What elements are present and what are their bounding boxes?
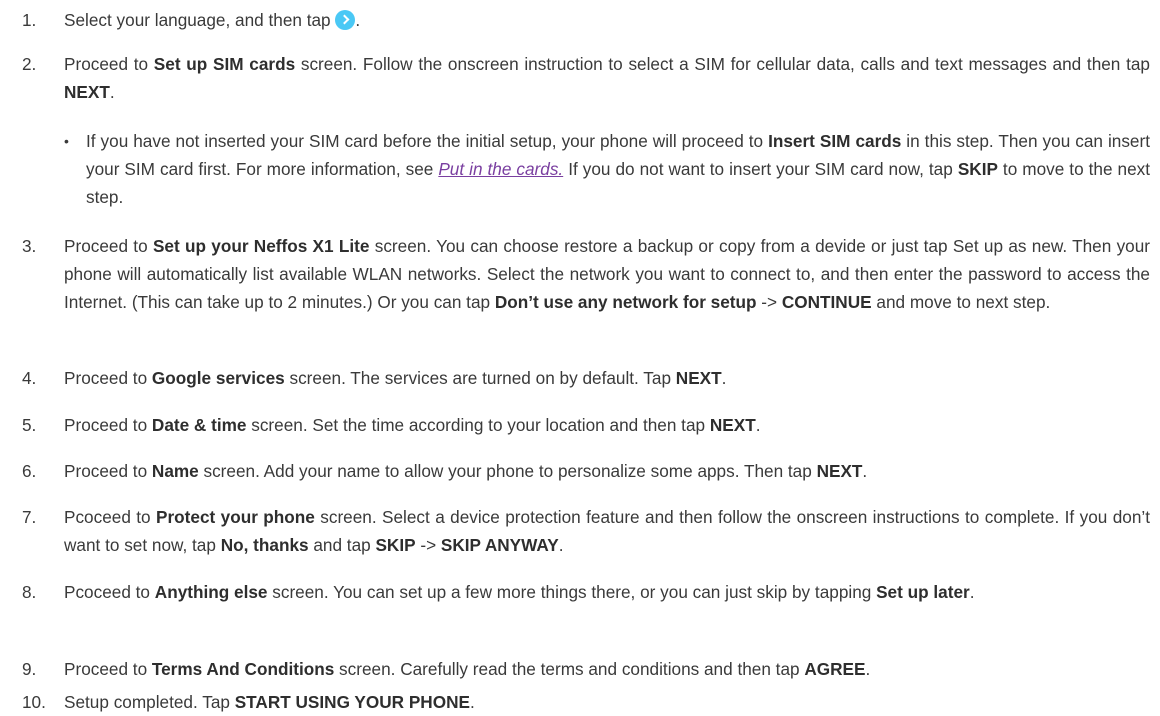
- step-number: 2.: [22, 54, 37, 74]
- setup-steps-document: 1. Select your language, and then tap . …: [0, 0, 1160, 716]
- step-number: 5.: [22, 415, 37, 435]
- step-text: Proceed to Set up your Neffos X1 Lite sc…: [64, 236, 1151, 312]
- step-text: Proceed to Terms And Conditions screen. …: [64, 659, 871, 679]
- step-number: 1.: [22, 10, 37, 30]
- step-text: Setup completed. Tap START USING YOUR PH…: [64, 692, 475, 712]
- step-text: Select your language, and then tap .: [64, 10, 361, 30]
- step-text: Proceed to Set up SIM cards screen. Foll…: [64, 54, 1150, 102]
- note-text: If you have not inserted your SIM card b…: [86, 131, 1151, 207]
- step-text: Proceed to Google services screen. The s…: [64, 368, 727, 388]
- step-number: 9.: [22, 659, 37, 679]
- step-number: 3.: [22, 236, 37, 256]
- bullet-icon: •: [64, 133, 69, 149]
- step-number: 6.: [22, 461, 37, 481]
- step-text: Pcoceed to Protect your phone screen. Se…: [64, 507, 1150, 555]
- step-number: 4.: [22, 368, 37, 388]
- step-text: Proceed to Name screen. Add your name to…: [64, 461, 868, 481]
- step-text: Proceed to Date & time screen. Set the t…: [64, 415, 761, 435]
- put-in-cards-link[interactable]: Put in the cards.: [438, 159, 563, 179]
- step-number: 10.: [22, 692, 46, 712]
- step-text: Pcoceed to Anything else screen. You can…: [64, 582, 975, 602]
- step-number: 7.: [22, 507, 37, 527]
- step-number: 8.: [22, 582, 37, 602]
- next-arrow-circle-icon: [335, 10, 356, 30]
